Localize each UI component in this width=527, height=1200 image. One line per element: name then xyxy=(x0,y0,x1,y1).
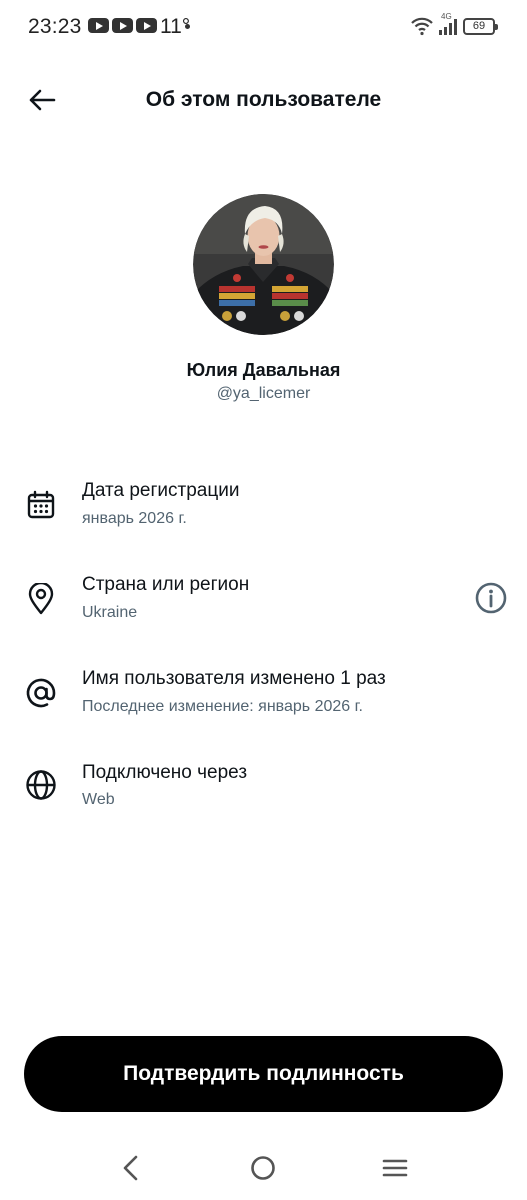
info-icon xyxy=(475,582,507,614)
battery-level: 69 xyxy=(472,20,486,32)
notification-dot-icon xyxy=(185,24,190,29)
youtube-notification-icon xyxy=(112,18,133,33)
row-title: Подключено через xyxy=(82,762,248,783)
page-title: Об этом пользователе xyxy=(145,88,382,111)
info-row-country: Страна или регион Ukraine xyxy=(0,570,527,640)
country-info-button[interactable] xyxy=(473,580,509,616)
chevron-left-icon xyxy=(123,1155,138,1181)
nav-recents-button[interactable] xyxy=(375,1148,415,1188)
youtube-notification-icon xyxy=(88,18,109,33)
wifi-icon xyxy=(411,17,433,36)
signal-icon xyxy=(439,19,457,35)
info-row-username-changes: Имя пользователя изменено 1 раз Последне… xyxy=(0,664,527,734)
about-user-screen: 23:23 11° 4G 69 Об этом пользователе Юли… xyxy=(0,0,527,1200)
row-subtitle: Ukraine xyxy=(82,604,138,621)
nav-home-button[interactable] xyxy=(243,1148,283,1188)
display-name: Юлия Давальная xyxy=(186,360,341,380)
menu-lines-icon xyxy=(382,1159,408,1177)
username-handle: @ya_licemer xyxy=(216,385,311,402)
row-subtitle: Последнее изменение: январь 2026 г. xyxy=(82,698,363,715)
home-circle-icon xyxy=(251,1156,275,1180)
info-row-registration-date: Дата регистрации январь 2026 г. xyxy=(0,476,527,546)
row-title: Страна или регион xyxy=(82,574,250,595)
globe-icon xyxy=(24,768,58,802)
battery-icon: 69 xyxy=(463,18,498,35)
info-row-connected-via: Подключено через Web xyxy=(0,758,527,828)
nav-back-button[interactable] xyxy=(111,1148,151,1188)
calendar-icon xyxy=(24,488,58,522)
avatar[interactable] xyxy=(193,194,334,335)
row-title: Дата регистрации xyxy=(82,480,240,501)
row-subtitle: Web xyxy=(82,791,115,808)
row-title: Имя пользователя изменено 1 раз xyxy=(82,668,386,689)
location-pin-icon xyxy=(24,582,58,616)
status-time: 23:23 xyxy=(28,15,82,38)
verify-authenticity-button[interactable]: Подтвердить подлинность xyxy=(24,1036,503,1112)
system-navigation-bar xyxy=(0,1140,527,1200)
row-subtitle: январь 2026 г. xyxy=(82,510,187,527)
at-sign-icon xyxy=(24,676,58,710)
status-bar: 23:23 11° 4G 69 xyxy=(0,0,527,56)
top-app-bar: Об этом пользователе xyxy=(0,70,527,130)
profile-photo xyxy=(193,194,334,335)
youtube-notification-icon xyxy=(136,18,157,33)
